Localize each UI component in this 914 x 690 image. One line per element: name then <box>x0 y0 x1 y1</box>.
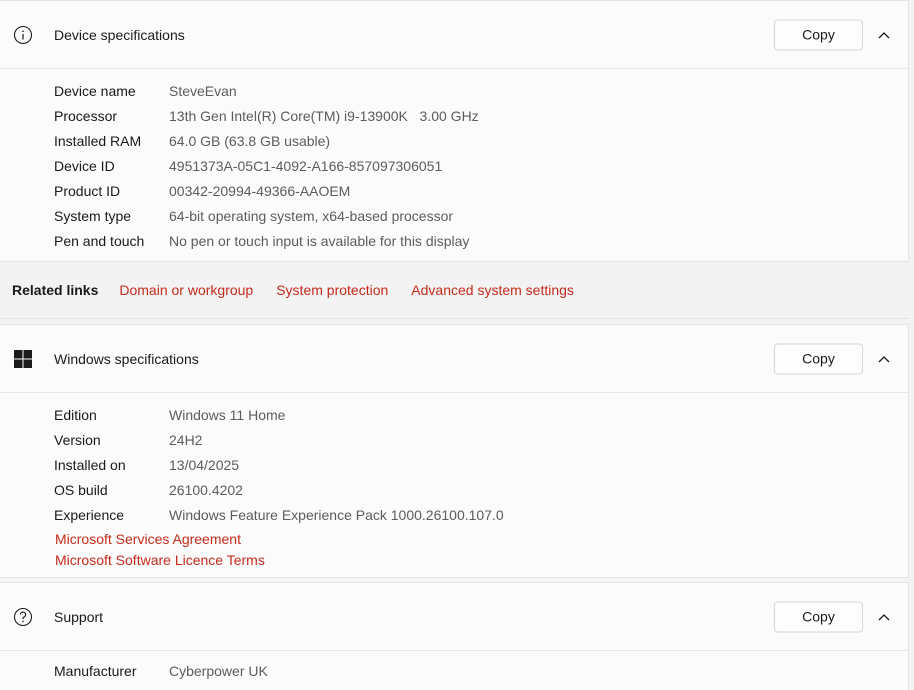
spec-value: 26100.4202 <box>169 481 243 498</box>
spec-label: Device name <box>54 82 136 99</box>
domain-or-workgroup-link[interactable]: Domain or workgroup <box>119 282 253 298</box>
spec-row: Device ID 4951373A-05C1-4092-A166-8570973… <box>54 153 908 178</box>
spec-row: OS build 26100.4202 <box>54 477 908 502</box>
spec-label: Version <box>54 431 101 448</box>
support-header[interactable]: Support Copy <box>0 583 908 650</box>
windows-specifications-card: Windows specifications Copy Edition Windo… <box>0 324 909 578</box>
spec-label: Manufacturer <box>54 662 137 679</box>
windows-specifications-title: Windows specifications <box>54 350 199 367</box>
spec-row: Product ID 00342-20994-49366-AAOEM <box>54 178 908 203</box>
spec-label: Device ID <box>54 157 115 174</box>
device-copy-button[interactable]: Copy <box>774 19 863 50</box>
device-specifications-title: Device specifications <box>54 26 185 43</box>
related-links-title: Related links <box>12 282 99 298</box>
spec-value: 24H2 <box>169 431 203 448</box>
spec-row: Edition Windows 11 Home <box>54 402 908 427</box>
spec-label: Installed on <box>54 456 126 473</box>
spec-row: Version 24H2 <box>54 427 908 452</box>
spec-row: Installed RAM 64.0 GB (63.8 GB usable) <box>54 128 908 153</box>
spec-value: 64-bit operating system, x64-based proce… <box>169 207 454 224</box>
spec-value: Cyberpower UK <box>169 662 268 679</box>
spec-value: 64.0 GB (63.8 GB usable) <box>169 132 331 149</box>
spec-row: Installed on 13/04/2025 <box>54 452 908 477</box>
device-specifications-card: Device specifications Copy Device name St… <box>0 0 909 262</box>
spec-value: Windows Feature Experience Pack 1000.261… <box>169 506 504 523</box>
support-card: Support Copy Manufacturer Cyberpower UK <box>0 582 909 690</box>
spec-row: Pen and touch No pen or touch input is av… <box>54 228 908 253</box>
spec-label: Experience <box>54 506 125 523</box>
device-specifications-body: Device name SteveEvan Processor 13th Gen I… <box>0 68 908 253</box>
spec-label: Product ID <box>54 182 121 199</box>
spec-value: 13/04/2025 <box>169 456 240 473</box>
advanced-system-settings-link[interactable]: Advanced system settings <box>411 282 574 298</box>
chevron-up-icon[interactable] <box>876 609 892 625</box>
support-title: Support <box>54 608 104 625</box>
spec-label: Processor <box>54 107 118 124</box>
licence-terms-link[interactable]: Microsoft Software Licence Terms <box>55 550 908 571</box>
windows-specifications-body: Edition Windows 11 Home Version 24H2 Insta… <box>0 392 908 571</box>
spec-label: System type <box>54 207 132 224</box>
spec-label: OS build <box>54 481 108 498</box>
windows-copy-button[interactable]: Copy <box>774 343 863 374</box>
spec-value: 00342-20994-49366-AAOEM <box>169 182 351 199</box>
help-icon <box>12 606 34 628</box>
spec-row: Processor 13th Gen Intel(R) Core(TM) i9-1… <box>54 103 908 128</box>
spec-label: Installed RAM <box>54 132 142 149</box>
chevron-up-icon[interactable] <box>876 351 892 367</box>
windows-logo-icon <box>12 348 34 370</box>
system-protection-link[interactable]: System protection <box>276 282 388 298</box>
device-specifications-header[interactable]: Device specifications Copy <box>0 1 908 68</box>
spec-value: 13th Gen Intel(R) Core(TM) i9-13900K 3.0… <box>169 107 479 124</box>
support-body: Manufacturer Cyberpower UK <box>0 650 908 683</box>
services-agreement-link[interactable]: Microsoft Services Agreement <box>55 529 908 550</box>
spec-value: 4951373A-05C1-4092-A166-857097306051 <box>169 157 443 174</box>
spec-row: Experience Windows Feature Experience Pac… <box>54 502 908 527</box>
spec-row: Manufacturer Cyberpower UK <box>54 658 908 683</box>
chevron-up-icon[interactable] <box>876 27 892 43</box>
windows-specifications-header[interactable]: Windows specifications Copy <box>0 325 908 392</box>
spec-label: Edition <box>54 406 97 423</box>
spec-row: Device name SteveEvan <box>54 78 908 103</box>
info-icon <box>12 24 34 46</box>
related-links-bar: Related links Domain or workgroup System… <box>0 262 909 319</box>
support-copy-button[interactable]: Copy <box>774 601 863 632</box>
spec-row: System type 64-bit operating system, x64-… <box>54 203 908 228</box>
spec-label: Pen and touch <box>54 232 145 249</box>
spec-value: No pen or touch input is available for t… <box>169 232 470 249</box>
spec-value: SteveEvan <box>169 82 237 99</box>
spec-value: Windows 11 Home <box>169 406 286 423</box>
